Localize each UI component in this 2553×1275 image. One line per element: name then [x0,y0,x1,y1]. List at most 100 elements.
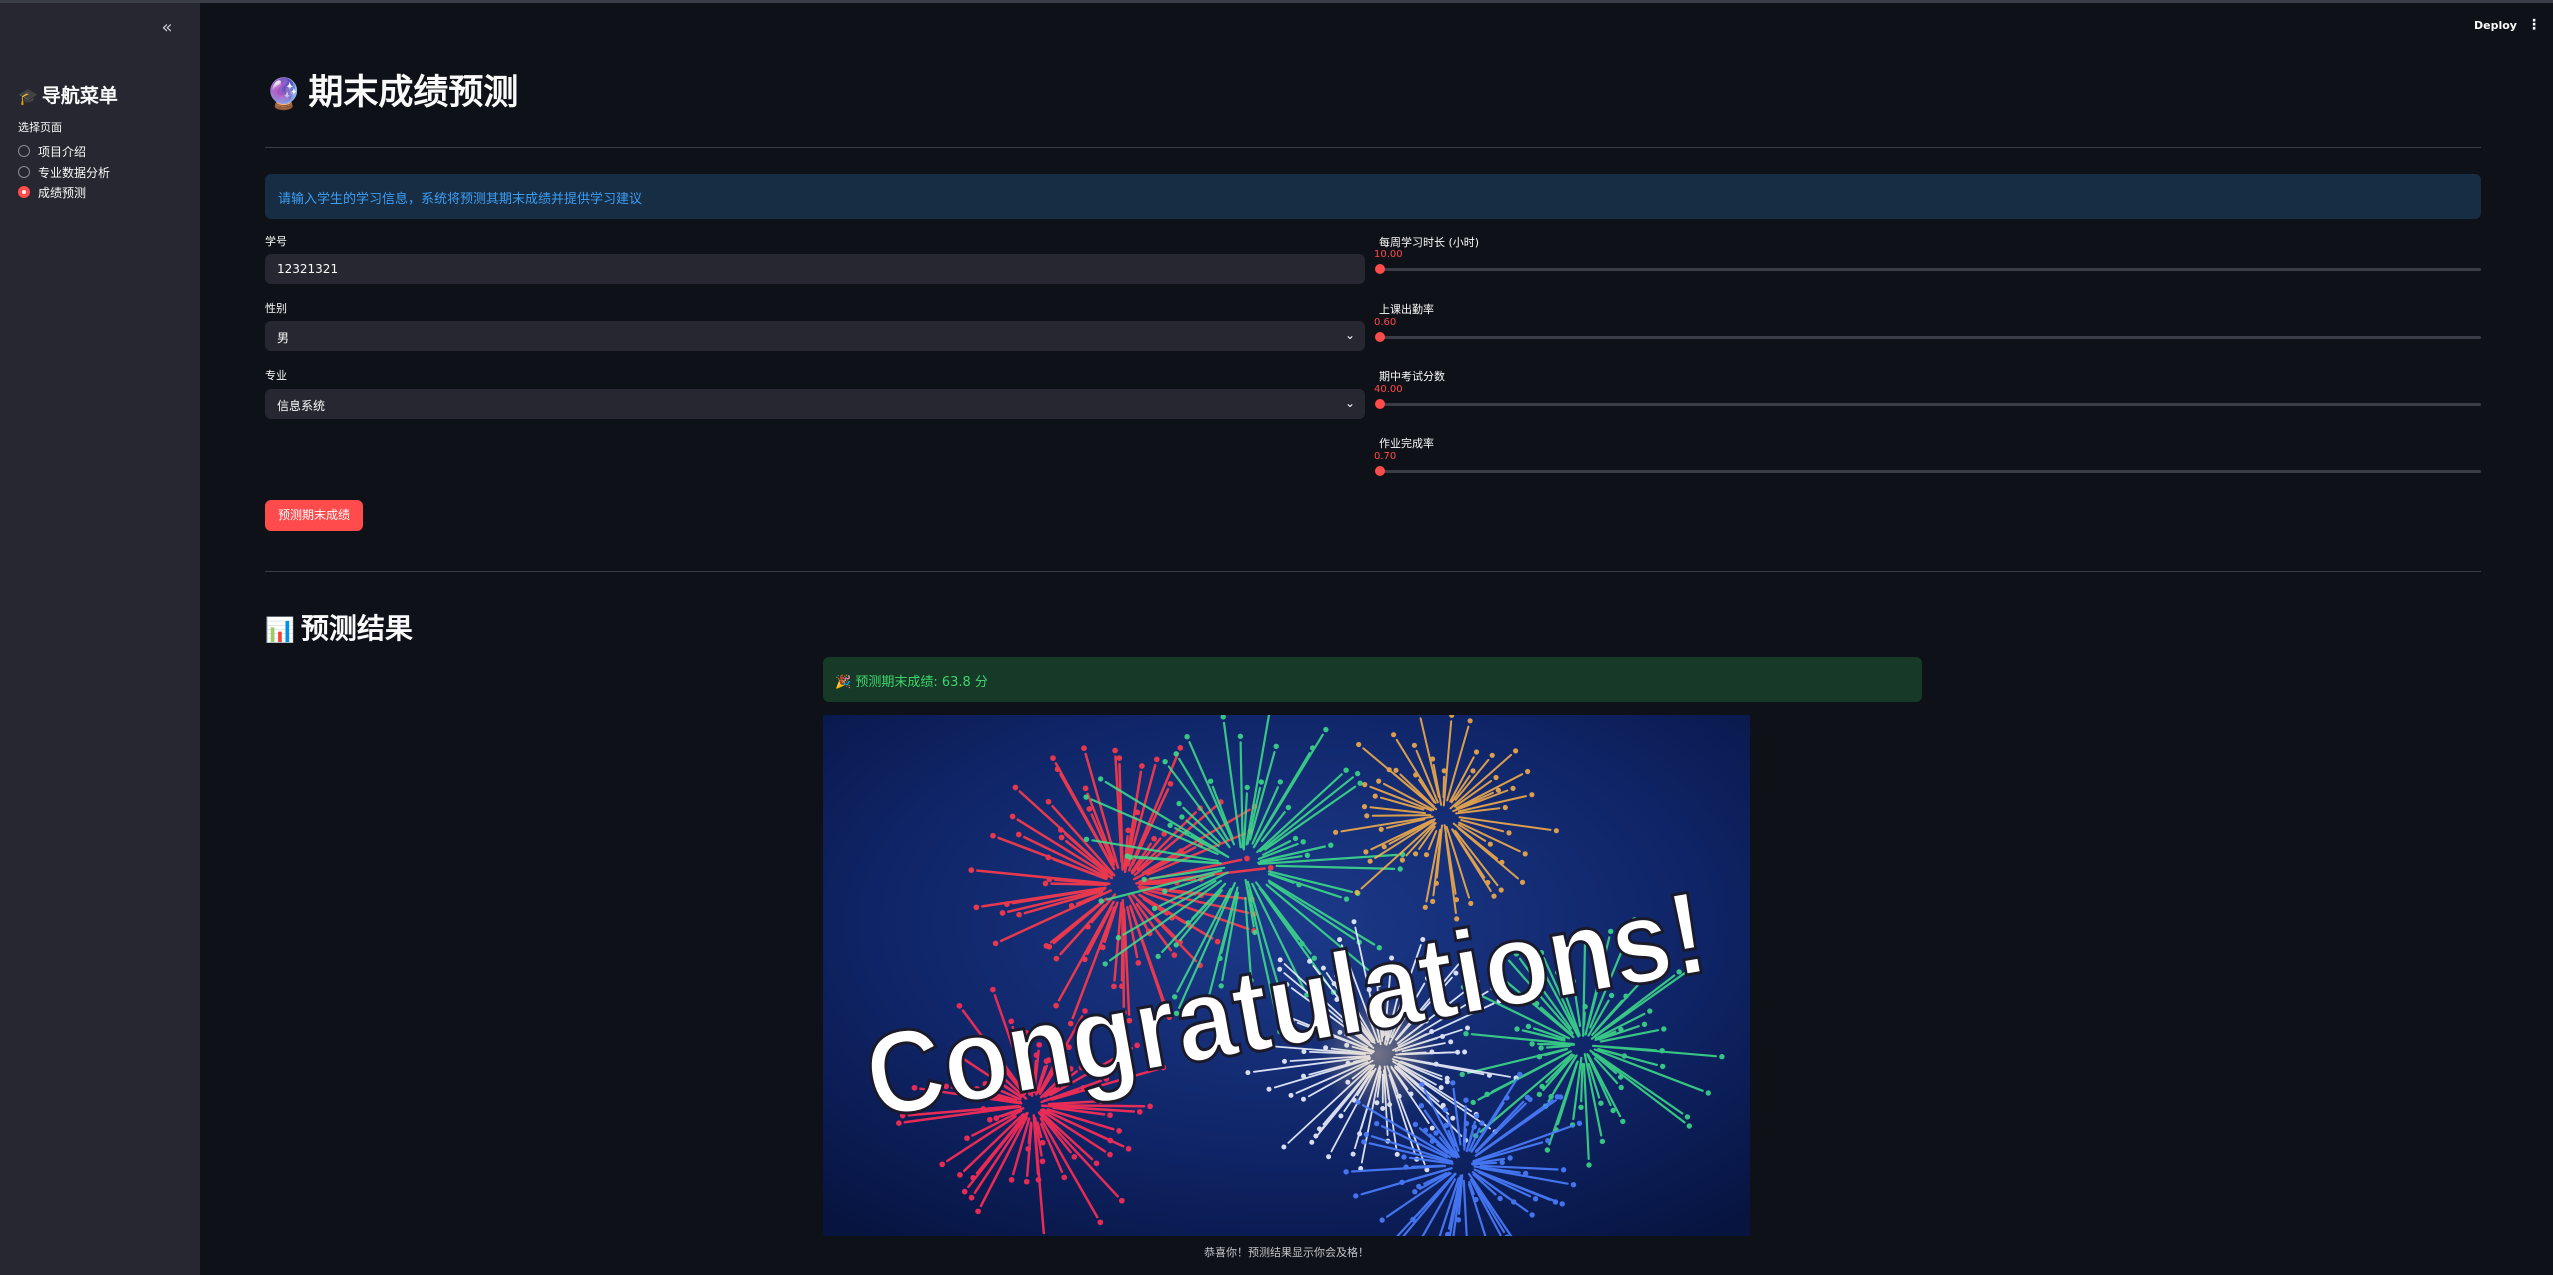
firework-ember [957,1172,963,1178]
firework-ember [1116,755,1123,761]
gender-value: 男 [277,331,290,345]
firework-ember [1506,830,1512,836]
firework-ember [1442,1107,1448,1113]
firework-ember [1162,759,1168,765]
firework-ember [1296,881,1302,888]
firework-ember [1430,756,1436,762]
predict-button[interactable]: 预测期末成绩 [265,500,363,531]
slider-track-homework-rate[interactable] [1378,470,2481,473]
radio-button[interactable] [18,145,30,157]
firework-ember [1039,1139,1046,1146]
firework-ember [1214,938,1221,945]
firework-ember [1220,715,1226,720]
firework-ember [1479,1120,1485,1126]
firework-ember [1351,919,1357,925]
firework-ember [1684,1114,1691,1120]
firework-ember [1620,1118,1626,1125]
slider-label-study-hours: 每周学习时长 (小时) [1379,236,1480,249]
firework-ember [1560,1167,1567,1173]
gender-select[interactable]: 男 ⌄ [265,321,1365,351]
radio-button-selected[interactable] [18,186,30,198]
firework-ember [1430,898,1436,904]
firework-ember [1151,835,1157,842]
firework-ember [1443,1122,1449,1129]
firework-ember [1376,778,1382,784]
firework-ember [1473,1113,1480,1119]
firework-ember [1364,813,1370,819]
firework-ember [1125,827,1132,834]
radio-option-project-intro[interactable]: 项目介绍 [18,142,86,160]
firework-ember [1523,1170,1529,1177]
firework-spark [1580,1062,1584,1103]
firework-ember [975,1208,981,1215]
firework-ember [1493,774,1499,781]
firework-ember [1529,1212,1535,1218]
firework-ember [1661,1026,1667,1032]
firework-ember [1553,828,1560,834]
divider [265,571,2481,572]
firework-ember [1107,1151,1113,1158]
firework-ember [1309,745,1316,751]
slider-track-attendance[interactable] [1378,336,2481,339]
major-label: 专业 [265,369,287,382]
slider-track-study-hours[interactable] [1378,268,2481,271]
firework-ember [1053,955,1060,962]
firework-ember [1258,779,1264,785]
radio-option-major-analysis[interactable]: 专业数据分析 [18,163,110,181]
firework-ember [1039,1158,1046,1165]
slider-thumb-midterm-score[interactable] [1375,399,1385,409]
major-select[interactable]: 信息系统 ⌄ [265,389,1365,419]
crystal-ball-icon: 🔮 [265,77,303,112]
firework-ember [1647,1008,1653,1014]
firework-ember [1300,839,1306,845]
firework-ember [1536,1054,1543,1060]
firework-ember [1025,1146,1032,1152]
firework-ember [1586,1162,1592,1168]
firework-ember [1124,853,1131,859]
sidebar-title: 🎓 导航菜单 [18,81,118,108]
firework-ember [1285,804,1292,811]
firework-ember [1641,1021,1648,1027]
firework-ember [1008,1176,1015,1183]
slider-track-midterm-score[interactable] [1378,403,2481,406]
firework-ember [1499,1159,1505,1166]
firework-ember [1107,1112,1113,1119]
firework-ember [1554,1094,1561,1100]
firework-ember [1332,829,1339,835]
firework-ember [1354,889,1360,896]
firework-ember [1576,1120,1583,1126]
firework-ember [1237,733,1244,739]
firework-spark [1371,814,1432,817]
firework-ember [1438,1085,1444,1091]
slider-thumb-study-hours[interactable] [1375,264,1385,274]
firework-ember [1495,787,1502,793]
firework-ember [1372,793,1378,799]
firework-ember [1394,1151,1400,1157]
sidebar: « 🎓 导航菜单 选择页面 项目介绍 专业数据分析 成绩预测 [0,3,200,1275]
firework-ember [1356,741,1362,748]
student-id-input[interactable]: 12321321 [265,254,1365,284]
firework-ember [1440,1102,1446,1108]
firework-ember [1093,1160,1100,1167]
firework-ember [968,1194,975,1201]
firework-ember [1167,780,1174,787]
double-chevron-left-icon[interactable]: « [158,19,176,37]
firework-ember [1207,778,1214,784]
divider [265,147,2481,148]
info-alert: 请输入学生的学习信息，系统将预测其期末成绩并提供学习建议 [265,174,2481,219]
firework-ember [1136,1109,1143,1115]
firework-ember [1012,784,1019,791]
firework-ember [1266,1086,1272,1092]
firework-ember [1453,897,1460,903]
slider-thumb-homework-rate[interactable] [1375,466,1385,476]
firework-ember [1618,1084,1624,1091]
firework-ember [1719,1054,1725,1060]
radio-button[interactable] [18,166,30,178]
chevron-down-icon: ⌄ [1344,328,1355,342]
firework-ember [1423,852,1430,858]
firework-ember [1273,743,1279,749]
firework-ember [1045,854,1052,861]
kebab-menu-icon[interactable]: ⋮ [2527,18,2541,32]
radio-option-grade-prediction[interactable]: 成绩预测 [18,183,86,201]
slider-thumb-attendance[interactable] [1375,332,1385,342]
